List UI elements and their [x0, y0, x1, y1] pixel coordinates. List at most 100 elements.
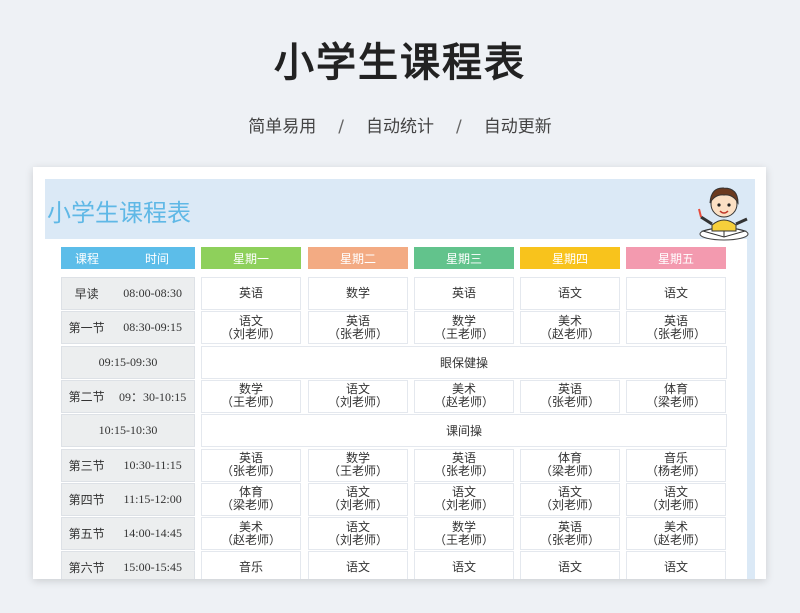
period-time: 14:00-14:45: [123, 526, 182, 541]
schedule-cell: 体育 （梁老师）: [626, 379, 726, 413]
teacher: （赵老师）: [220, 532, 281, 547]
schedule-cell: 音乐: [201, 551, 301, 579]
period-time: 15:00-15:45: [123, 560, 182, 575]
schedule-cell: 语文: [626, 277, 726, 310]
teacher: （张老师）: [433, 464, 494, 478]
subject: 英语: [345, 313, 370, 328]
schedule-cell: 语文 （刘老师）: [308, 517, 408, 551]
period-name: 第四节: [68, 492, 105, 507]
feature-1: 简单易用: [248, 117, 317, 137]
period-name: 第五节: [68, 527, 105, 542]
schedule-cell: 语文: [414, 551, 514, 579]
teacher: （赵老师）: [645, 532, 706, 547]
sheet-title: 小学生课程表: [47, 199, 191, 227]
period-name: 第二节: [68, 389, 105, 404]
period-label: 第五节 14:00-14:45: [61, 517, 195, 551]
period-time: 11:15-12:00: [123, 491, 182, 506]
teacher: （刘老师）: [220, 326, 281, 341]
subject: 语文: [238, 313, 263, 328]
student-mascot-icon: [698, 187, 749, 241]
sheet-edge: [747, 239, 755, 579]
teacher: （张老师）: [327, 326, 388, 341]
header-lesson-time: 课程 时间: [61, 247, 195, 269]
schedule-cell: 数学 （王老师）: [308, 448, 408, 482]
schedule-cell: 美术 （赵老师）: [414, 379, 514, 413]
feature-3: 自动更新: [483, 117, 552, 137]
break-activity: 眼保健操: [201, 345, 727, 379]
feature-2: 自动统计: [366, 117, 434, 137]
teacher: （刘老师）: [539, 498, 600, 513]
period-time: 09：30-10:15: [118, 389, 187, 404]
schedule-cell: 数学: [308, 277, 408, 310]
teacher: （梁老师）: [220, 498, 281, 513]
schedule-cell: 语文: [308, 551, 408, 579]
schedule-cell: 语文: [520, 551, 620, 579]
subject: 美术: [663, 519, 688, 534]
schedule-cell: 英语: [201, 277, 301, 310]
subject: 数学: [451, 313, 476, 328]
period-label: 早读 08:00-08:30: [61, 277, 195, 310]
period-time: 10:30-11:15: [123, 457, 182, 472]
teacher: （张老师）: [539, 532, 600, 547]
teacher: （王老师）: [433, 326, 494, 341]
teacher: （张老师）: [645, 326, 706, 341]
subject: 英语: [663, 313, 688, 328]
subject: 美术: [557, 313, 582, 328]
header-time: 时间: [144, 251, 169, 266]
teacher: （刘老师）: [645, 498, 706, 513]
period-time: 08:00-08:30: [123, 286, 182, 300]
period-label: 第三节 10:30-11:15: [61, 448, 195, 482]
preview-card: 小学生课程表 课程 时间 星期一 星期二 星期三 星期四 星期五 早读 08:00-08:…: [33, 167, 766, 579]
subject: 英语: [557, 519, 582, 534]
teacher: （赵老师）: [433, 395, 494, 410]
schedule-cell: 英语 （张老师）: [520, 379, 620, 413]
subject: 数学: [451, 519, 476, 534]
teacher: （王老师）: [220, 395, 281, 410]
teacher: （梁老师）: [539, 464, 600, 478]
schedule-cell: 语文 （刘老师）: [308, 379, 408, 413]
schedule-cell: 英语: [414, 277, 514, 310]
schedule-cell: 语文 （刘老师）: [414, 482, 514, 516]
schedule-cell: 美术 （赵老师）: [626, 517, 726, 551]
feature-list: 简单易用 / 自动统计 / 自动更新: [0, 112, 800, 137]
header-day-4: 星期四: [520, 247, 620, 269]
header-day-3: 星期三: [414, 247, 514, 269]
teacher: （刘老师）: [433, 498, 494, 513]
period-name: 第三节: [68, 458, 105, 473]
schedule-cell: 数学 （王老师）: [201, 379, 301, 413]
schedule-cell: 英语 （张老师）: [520, 517, 620, 551]
header-day-1: 星期一: [201, 247, 301, 269]
schedule-sheet: 小学生课程表 课程 时间 星期一 星期二 星期三 星期四 星期五 早读 08:00-08:…: [45, 179, 755, 579]
teacher: （张老师）: [220, 464, 281, 478]
subject: 语文: [345, 560, 370, 575]
schedule-cell: 英语 （张老师）: [308, 311, 408, 345]
subject: 英语: [451, 286, 476, 300]
header-lesson: 课程: [75, 251, 100, 266]
header-day-2: 星期二: [308, 247, 408, 269]
header-day-5: 星期五: [626, 247, 726, 269]
schedule-cell: 语文 （刘老师）: [520, 482, 620, 516]
subject: 语文: [663, 286, 688, 300]
schedule-cell: 语文 （刘老师）: [201, 311, 301, 345]
teacher: （刘老师）: [327, 532, 388, 547]
teacher: （刘老师）: [327, 395, 388, 410]
separator: /: [456, 117, 462, 137]
teacher: （王老师）: [327, 464, 388, 478]
teacher: （杨老师）: [645, 464, 706, 478]
schedule-cell: 音乐 （杨老师）: [626, 448, 726, 482]
schedule-cell: 体育 （梁老师）: [201, 482, 301, 516]
period-label: 第二节 09：30-10:15: [61, 379, 195, 413]
schedule-cell: 语文: [520, 277, 620, 310]
period-name: 第六节: [68, 561, 105, 576]
period-name: 第一节: [68, 321, 105, 336]
subject: 语文: [345, 519, 370, 534]
subject: 语文: [451, 560, 476, 575]
schedule-cell: 数学 （王老师）: [414, 517, 514, 551]
subject: 语文: [663, 560, 688, 575]
period-label: 第一节 08:30-09:15: [61, 311, 195, 345]
page-title: 小学生课程表: [274, 40, 526, 86]
schedule-cell: 体育 （梁老师）: [520, 448, 620, 482]
teacher: （梁老师）: [645, 395, 706, 410]
break-time: 10:15-10:30: [61, 414, 195, 448]
schedule-cell: 英语 （张老师）: [414, 448, 514, 482]
